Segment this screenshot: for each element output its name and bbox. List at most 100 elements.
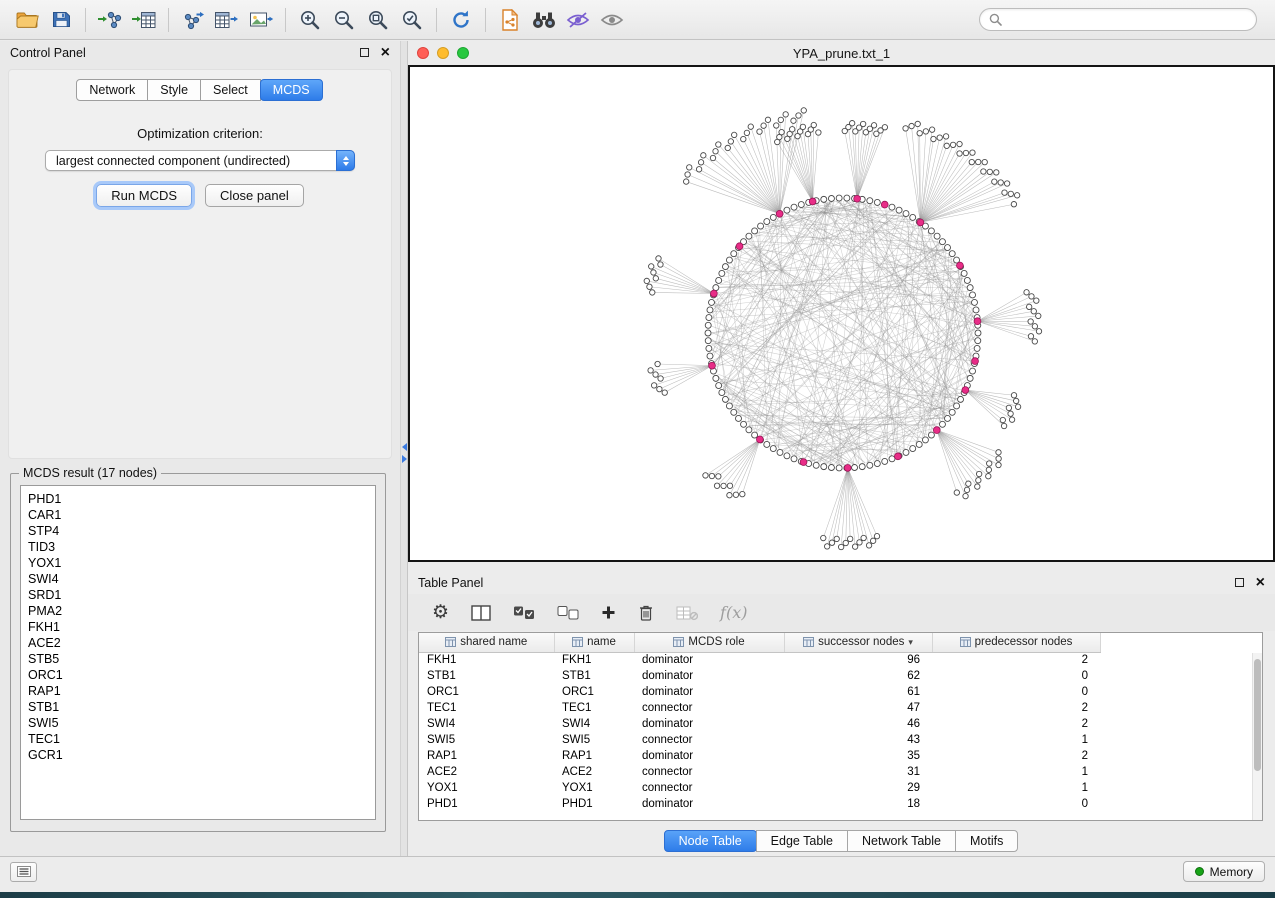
window-minimize-icon[interactable] <box>437 47 449 59</box>
list-item[interactable]: TID3 <box>28 539 375 555</box>
column-header-predecessor-nodes[interactable]: predecessor nodes <box>932 633 1100 652</box>
import-table-button[interactable] <box>127 5 161 35</box>
open-session-button[interactable] <box>10 5 44 35</box>
zoom-selected-button[interactable] <box>395 5 429 35</box>
criterion-dropdown[interactable]: largest connected component (undirected) <box>45 150 355 171</box>
table-cell[interactable]: 2 <box>932 700 1100 716</box>
zoom-in-button[interactable] <box>293 5 327 35</box>
table-cell[interactable]: dominator <box>634 716 784 732</box>
export-image-button[interactable] <box>244 5 278 35</box>
table-cell[interactable]: dominator <box>634 652 784 668</box>
table-cell[interactable]: 2 <box>932 716 1100 732</box>
table-cell[interactable]: RAP1 <box>419 748 554 764</box>
table-cell[interactable]: ORC1 <box>554 684 634 700</box>
function-builder-button[interactable]: f(x) <box>720 603 747 622</box>
show-columns-button[interactable] <box>471 605 491 621</box>
vertical-splitter[interactable] <box>400 41 408 856</box>
table-cell[interactable]: SWI5 <box>419 732 554 748</box>
search-input[interactable] <box>1008 13 1247 27</box>
list-item[interactable]: CAR1 <box>28 507 375 523</box>
table-cell[interactable]: STB1 <box>554 668 634 684</box>
tab-select[interactable]: Select <box>200 79 261 101</box>
list-item[interactable]: ACE2 <box>28 635 375 651</box>
table-cell[interactable]: FKH1 <box>554 652 634 668</box>
table-row[interactable]: RAP1RAP1dominator352 <box>419 748 1100 764</box>
float-panel-icon[interactable] <box>360 48 369 57</box>
float-table-panel-icon[interactable] <box>1235 578 1244 587</box>
table-cell[interactable]: 2 <box>932 748 1100 764</box>
list-item[interactable]: SWI4 <box>28 571 375 587</box>
table-cell[interactable]: connector <box>634 700 784 716</box>
table-cell[interactable]: ACE2 <box>419 764 554 780</box>
search-network-button[interactable] <box>527 5 561 35</box>
table-cell[interactable]: PHD1 <box>554 796 634 812</box>
table-row[interactable]: STB1STB1dominator620 <box>419 668 1100 684</box>
table-scrollbar[interactable] <box>1252 653 1262 820</box>
window-maximize-icon[interactable] <box>457 47 469 59</box>
export-document-button[interactable] <box>493 5 527 35</box>
table-cell[interactable]: YOX1 <box>554 780 634 796</box>
column-header-MCDS-role[interactable]: MCDS role <box>634 633 784 652</box>
tab-motifs[interactable]: Motifs <box>955 830 1018 852</box>
table-cell[interactable]: 61 <box>784 684 932 700</box>
save-session-button[interactable] <box>44 5 78 35</box>
close-panel-icon[interactable]: × <box>381 45 390 61</box>
list-item[interactable]: RAP1 <box>28 683 375 699</box>
close-panel-button[interactable]: Close panel <box>205 184 304 207</box>
table-row[interactable]: SWI4SWI4dominator462 <box>419 716 1100 732</box>
table-row[interactable]: FKH1FKH1dominator962 <box>419 652 1100 668</box>
list-item[interactable]: TEC1 <box>28 731 375 747</box>
table-row[interactable]: PHD1PHD1dominator180 <box>419 796 1100 812</box>
table-cell[interactable]: SWI5 <box>554 732 634 748</box>
table-cell[interactable]: 47 <box>784 700 932 716</box>
tab-network[interactable]: Network <box>76 79 148 101</box>
table-cell[interactable]: connector <box>634 732 784 748</box>
deselect-all-button[interactable] <box>557 606 579 620</box>
table-row[interactable]: ACE2ACE2connector311 <box>419 764 1100 780</box>
table-cell[interactable]: PHD1 <box>419 796 554 812</box>
list-item[interactable]: STB1 <box>28 699 375 715</box>
table-cell[interactable]: 0 <box>932 668 1100 684</box>
list-item[interactable]: STB5 <box>28 651 375 667</box>
tab-edge-table[interactable]: Edge Table <box>756 830 848 852</box>
network-canvas[interactable] <box>408 65 1275 562</box>
table-cell[interactable]: TEC1 <box>554 700 634 716</box>
table-cell[interactable]: dominator <box>634 796 784 812</box>
table-cell[interactable]: 62 <box>784 668 932 684</box>
import-network-button[interactable] <box>93 5 127 35</box>
table-cell[interactable]: 1 <box>932 780 1100 796</box>
table-cell[interactable]: RAP1 <box>554 748 634 764</box>
table-cell[interactable]: 46 <box>784 716 932 732</box>
zoom-out-button[interactable] <box>327 5 361 35</box>
table-cell[interactable]: 1 <box>932 764 1100 780</box>
scrollbar-thumb[interactable] <box>1254 659 1261 771</box>
list-item[interactable]: PMA2 <box>28 603 375 619</box>
window-close-icon[interactable] <box>417 47 429 59</box>
table-cell[interactable]: STB1 <box>419 668 554 684</box>
graphics-details-button[interactable] <box>561 5 595 35</box>
tab-style[interactable]: Style <box>147 79 201 101</box>
table-cell[interactable]: 0 <box>932 684 1100 700</box>
table-row[interactable]: ORC1ORC1dominator610 <box>419 684 1100 700</box>
table-cell[interactable]: dominator <box>634 684 784 700</box>
table-cell[interactable]: connector <box>634 780 784 796</box>
table-cell[interactable]: ACE2 <box>554 764 634 780</box>
tab-node-table[interactable]: Node Table <box>664 830 757 852</box>
close-table-panel-icon[interactable]: × <box>1256 575 1265 591</box>
memory-button[interactable]: Memory <box>1183 861 1265 882</box>
table-cell[interactable]: FKH1 <box>419 652 554 668</box>
column-header-name[interactable]: name <box>554 633 634 652</box>
table-cell[interactable]: YOX1 <box>419 780 554 796</box>
table-cell[interactable]: SWI4 <box>419 716 554 732</box>
export-network-button[interactable] <box>176 5 210 35</box>
run-mcds-button[interactable]: Run MCDS <box>96 184 192 207</box>
table-cell[interactable]: dominator <box>634 668 784 684</box>
select-all-button[interactable] <box>513 606 535 620</box>
table-cell[interactable]: 96 <box>784 652 932 668</box>
table-cell[interactable]: 18 <box>784 796 932 812</box>
table-cell[interactable]: SWI4 <box>554 716 634 732</box>
list-item[interactable]: YOX1 <box>28 555 375 571</box>
export-table-button[interactable] <box>210 5 244 35</box>
splitter-collapse-icon[interactable] <box>402 443 407 463</box>
panel-layout-button[interactable] <box>10 862 37 882</box>
